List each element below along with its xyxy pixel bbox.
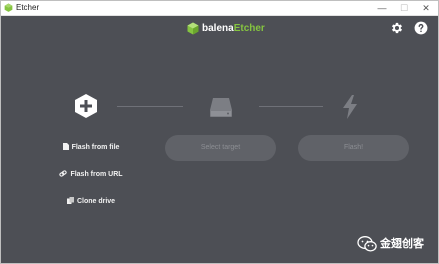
clone-drive-label: Clone drive [76,198,116,205]
logo-text-etcher: Etcher [233,23,265,34]
flash-from-url-option[interactable]: Flash from URL [41,169,141,181]
file-icon [62,142,69,150]
plus-hexagon-icon[interactable] [73,93,99,119]
window-title: Etcher [16,3,40,12]
title-bar[interactable]: Etcher — ☐ ✕ [1,1,438,16]
minimize-button[interactable]: — [371,1,393,15]
flash-from-file-label: Flash from file [71,144,120,151]
flash-from-url-label: Flash from URL [70,171,123,178]
copy-icon [66,196,74,204]
flash-from-file-option[interactable]: Flash from file [41,142,141,154]
step-connector-1 [117,106,183,107]
maximize-button[interactable]: ☐ [393,1,415,15]
lightning-icon [343,95,357,119]
etcher-window: Etcher — ☐ ✕ balenaEtcher Flash from fil… [0,0,439,264]
flash-button[interactable]: Flash! [298,135,409,161]
app-icon [4,3,13,12]
drive-icon [210,98,232,117]
link-icon [59,170,68,177]
logo-text-balena: balena [202,23,234,34]
gear-icon[interactable] [390,21,404,35]
logo-cube-icon [187,22,199,35]
select-target-button[interactable]: Select target [165,135,276,161]
clone-drive-option[interactable]: Clone drive [41,196,141,208]
question-icon[interactable] [414,21,428,35]
logo-text: balenaEtcher [202,23,265,35]
watermark-text: 金翅创客 [380,238,424,250]
close-button[interactable]: ✕ [415,1,437,15]
wechat-icon [357,236,377,252]
step-connector-2 [259,106,323,107]
